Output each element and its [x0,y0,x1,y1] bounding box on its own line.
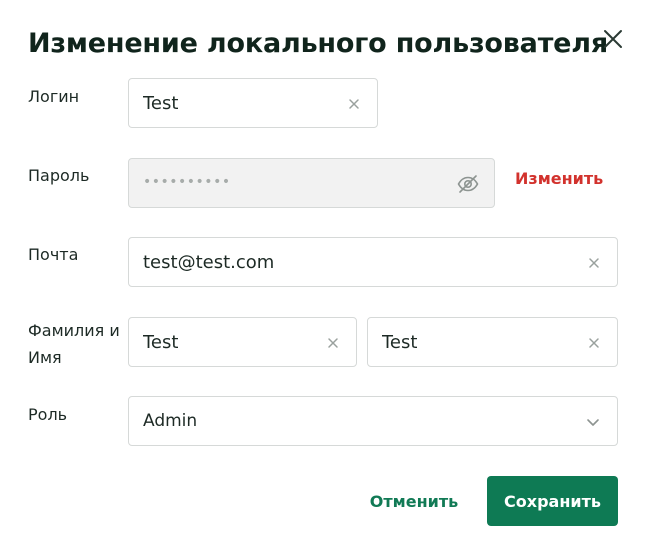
dialog-title: Изменение локального пользователя [28,28,608,59]
password-field: •••••••••• [128,158,495,208]
email-label: Почта [28,245,79,264]
login-field [128,78,378,128]
password-label: Пароль [28,166,90,185]
last-name-input[interactable] [143,318,310,366]
login-input[interactable] [143,79,331,127]
chevron-down-icon[interactable] [585,414,601,430]
first-name-input[interactable] [382,318,571,366]
clear-icon[interactable] [326,335,340,349]
name-label-line2: Имя [28,348,62,367]
first-name-field [367,317,618,367]
name-label-line1: Фамилия и [28,321,120,340]
cancel-button[interactable]: Отменить [358,476,470,526]
role-selected-value: Admin [143,411,198,431]
clear-icon[interactable] [587,335,601,349]
clear-icon[interactable] [347,96,361,110]
password-masked-value: •••••••••• [143,174,231,190]
role-select[interactable]: Admin [128,396,618,446]
eye-slash-icon[interactable] [456,172,480,196]
last-name-field [128,317,357,367]
login-label: Логин [28,87,80,106]
change-password-link[interactable]: Изменить [515,168,603,190]
clear-icon[interactable] [587,255,601,269]
email-input[interactable] [143,238,571,286]
role-label: Роль [28,405,68,424]
close-icon[interactable] [601,27,625,51]
email-field [128,237,618,287]
save-button[interactable]: Сохранить [487,476,618,526]
